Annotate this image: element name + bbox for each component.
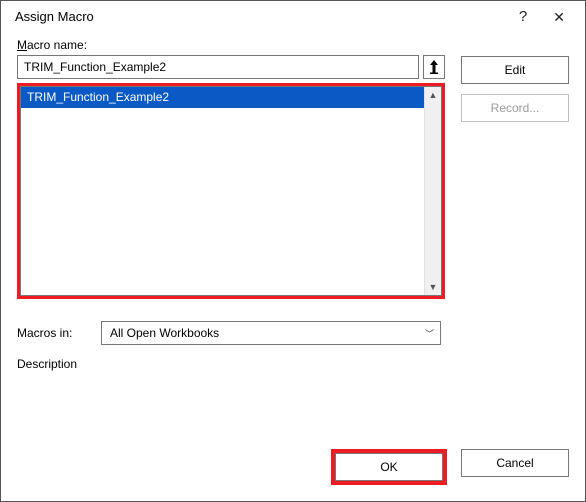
macro-list-highlight: TRIM_Function_Example2 ▲ ▼ — [17, 83, 445, 299]
macros-in-value: All Open Workbooks — [110, 326, 219, 340]
left-column: Macro name: TRIM_Function_Example2 — [17, 38, 445, 299]
macro-name-label-text: acro name: — [27, 38, 87, 52]
record-button[interactable]: Record... — [461, 94, 569, 122]
scroll-down-icon[interactable]: ▼ — [429, 279, 438, 295]
assign-macro-dialog: Assign Macro ? ✕ Macro name: — [0, 0, 586, 502]
dialog-button-row: OK Cancel — [1, 439, 585, 501]
list-item[interactable]: TRIM_Function_Example2 — [21, 87, 441, 108]
top-row: Macro name: TRIM_Function_Example2 — [17, 38, 569, 299]
chevron-down-icon: ﹀ — [425, 327, 434, 340]
macros-in-row: Macros in: All Open Workbooks ﹀ — [17, 321, 569, 345]
close-icon[interactable]: ✕ — [553, 10, 565, 24]
macro-name-label-hotkey: M — [17, 38, 27, 52]
edit-button[interactable]: Edit — [461, 56, 569, 84]
list-scrollbar[interactable]: ▲ ▼ — [424, 87, 441, 295]
macro-list[interactable]: TRIM_Function_Example2 ▲ ▼ — [20, 86, 442, 296]
reference-button[interactable] — [423, 55, 445, 79]
macro-name-label: Macro name: — [17, 38, 445, 52]
macros-in-select[interactable]: All Open Workbooks ﹀ — [101, 321, 441, 345]
description-label: Description — [17, 357, 569, 371]
ok-highlight: OK — [331, 449, 447, 485]
macros-in-label: Macros in: — [17, 326, 87, 340]
dialog-title: Assign Macro — [15, 9, 94, 24]
scroll-up-icon[interactable]: ▲ — [429, 87, 438, 103]
titlebar: Assign Macro ? ✕ — [1, 1, 585, 32]
window-controls: ? ✕ — [519, 9, 573, 24]
reference-icon — [428, 60, 440, 74]
macro-name-row — [17, 55, 445, 79]
macro-name-input[interactable] — [17, 55, 419, 79]
cancel-button[interactable]: Cancel — [461, 449, 569, 477]
dialog-content: Macro name: TRIM_Function_Example2 — [1, 32, 585, 439]
ok-button[interactable]: OK — [335, 453, 443, 481]
help-icon[interactable]: ? — [519, 9, 527, 24]
side-buttons: Edit Record... — [461, 38, 569, 299]
